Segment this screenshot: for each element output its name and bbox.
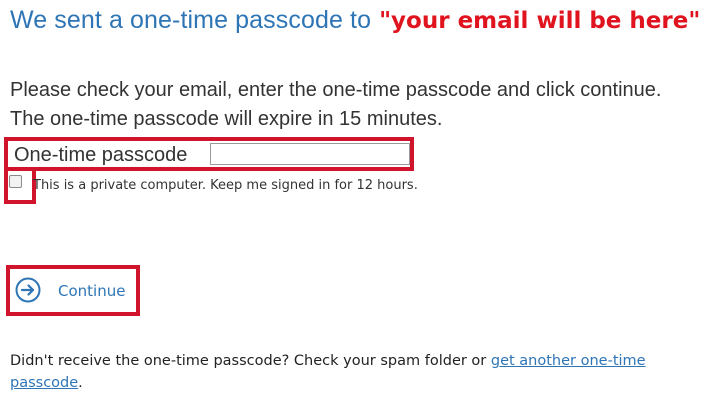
- footer-text: Didn't receive the one-time passcode? Ch…: [10, 353, 487, 369]
- title-text: We sent a one-time passcode to: [10, 6, 372, 34]
- email-placeholder: "your email will be here": [379, 8, 701, 34]
- page: We sent a one-time passcode to "your emai…: [0, 0, 728, 400]
- instructions-line-1: Please check your email, enter the one-t…: [10, 79, 662, 101]
- footer-help: Didn't receive the one-time passcode? Ch…: [10, 350, 710, 394]
- passcode-field-highlight: One-time passcode: [4, 137, 414, 171]
- keep-signed-in-label: This is a private computer. Keep me sign…: [33, 178, 418, 193]
- page-title: We sent a one-time passcode to "your emai…: [10, 6, 726, 35]
- arrow-right-circle-icon: [15, 277, 41, 303]
- passcode-input[interactable]: [210, 143, 410, 165]
- continue-label: Continue: [58, 282, 126, 300]
- footer-period: .: [78, 375, 83, 391]
- passcode-label: One-time passcode: [14, 144, 188, 166]
- instructions: Please check your email, enter the one-t…: [10, 76, 726, 134]
- keep-signed-in-checkbox[interactable]: [9, 175, 22, 188]
- continue-button[interactable]: Continue: [6, 265, 140, 316]
- instructions-line-2: The one-time passcode will expire in 15 …: [10, 108, 443, 130]
